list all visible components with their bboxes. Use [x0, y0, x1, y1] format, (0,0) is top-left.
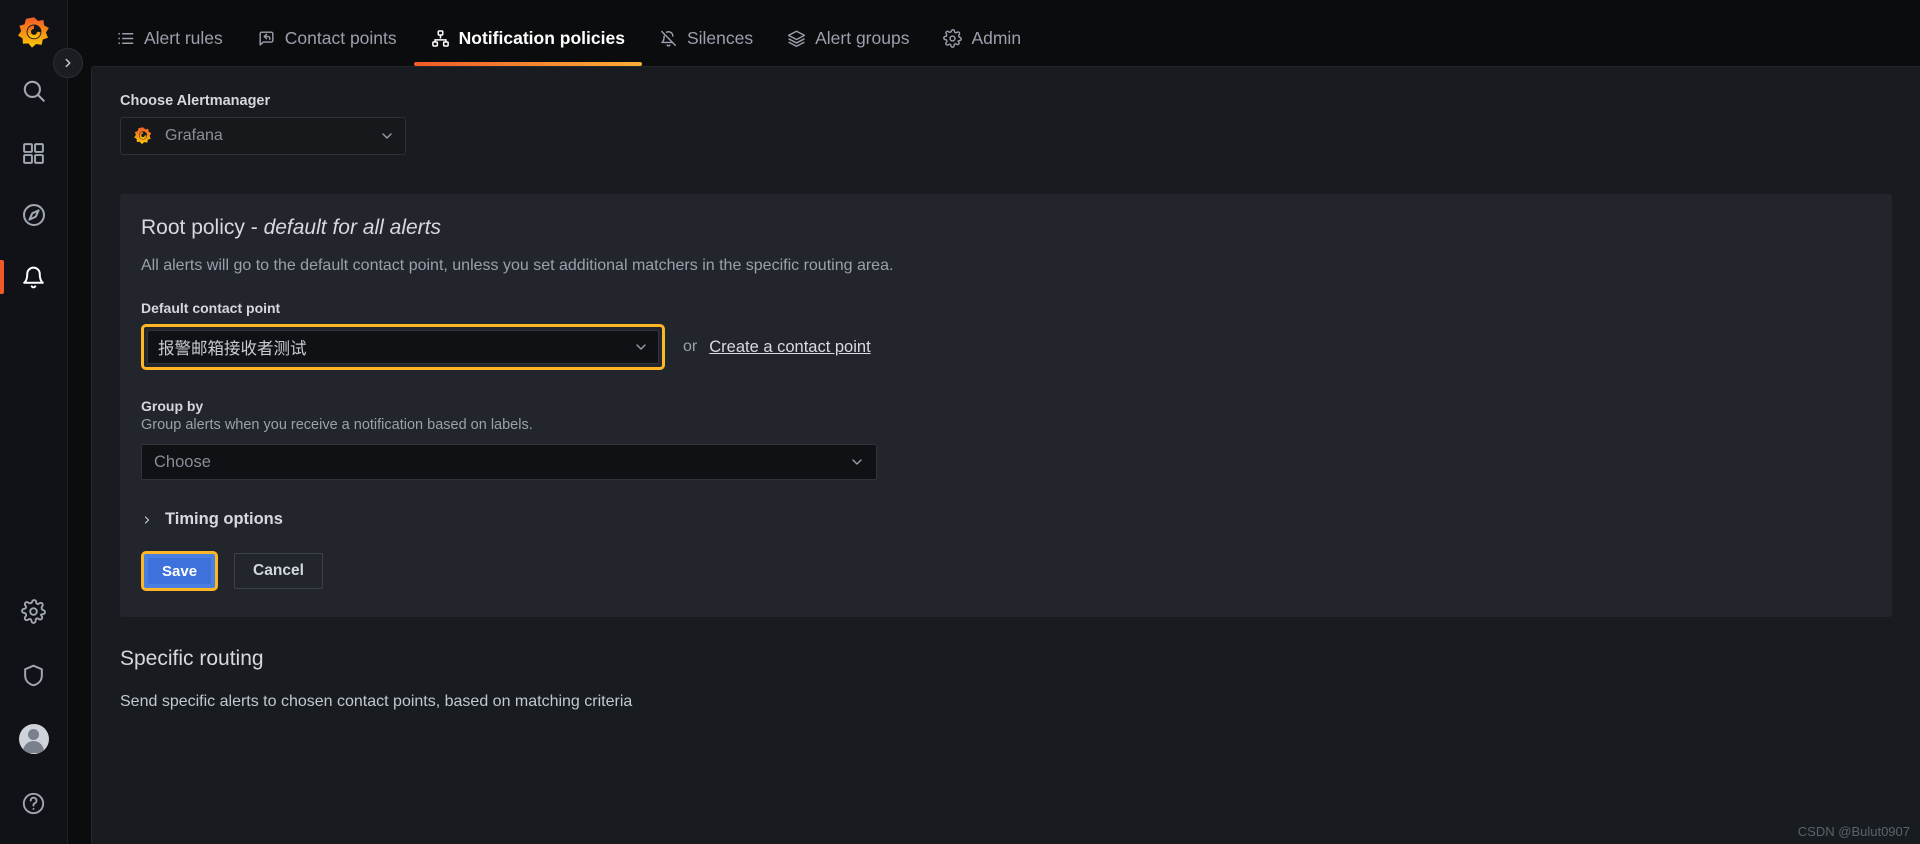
grafana-logo-icon: [133, 126, 153, 146]
group-by-placeholder: Choose: [154, 452, 211, 471]
tab-admin[interactable]: Admin: [926, 10, 1038, 66]
save-button-focus-ring: Save: [141, 551, 219, 591]
default-contact-point-select[interactable]: 报警邮箱接收者测试: [147, 330, 659, 364]
nav-primary-group: [0, 72, 67, 296]
specific-routing-description: Send specific alerts to chosen contact p…: [120, 693, 633, 710]
root-policy-title-separator: -: [244, 216, 264, 239]
tab-contact-points[interactable]: Contact points: [240, 10, 414, 66]
root-policy-title-italic: default for all alerts: [263, 216, 441, 239]
grafana-logo[interactable]: [11, 10, 57, 56]
expand-menu-button[interactable]: [53, 48, 83, 78]
cancel-button[interactable]: Cancel: [234, 553, 323, 589]
default-contact-point-value: 报警邮箱接收者测试: [158, 340, 307, 358]
nav-secondary-group: [0, 592, 67, 822]
tab-label: Alert groups: [815, 27, 910, 48]
default-contact-point-highlight: 报警邮箱接收者测试: [141, 324, 665, 370]
tab-label: Contact points: [284, 27, 397, 48]
root-policy-title: Root policy - default for all alerts: [141, 216, 1892, 240]
alertmanager-selected-value: Grafana: [165, 127, 223, 144]
watermark: CSDN @Bulut0907: [1797, 824, 1910, 839]
explore-compass-icon[interactable]: [0, 196, 68, 234]
search-icon[interactable]: [0, 72, 68, 110]
group-by-label: Group by: [141, 398, 204, 414]
gear-icon[interactable]: [0, 592, 68, 630]
timing-options-label: Timing options: [165, 510, 283, 528]
avatar[interactable]: [0, 720, 68, 758]
tab-silences[interactable]: Silences: [642, 10, 770, 66]
root-policy-actions: Save Cancel: [141, 551, 1892, 591]
app-root: Alert rules Contact points Notification …: [0, 0, 1920, 844]
group-by-description: Group alerts when you receive a notifica…: [141, 417, 533, 433]
save-button[interactable]: Save: [148, 558, 212, 584]
shield-icon[interactable]: [0, 656, 68, 694]
alerting-tabbar: Alert rules Contact points Notification …: [68, 0, 1920, 66]
notification-policies-content: Choose Alertmanager Grafana Root policy …: [91, 66, 1920, 844]
default-contact-point-row: 报警邮箱接收者测试 or Create a contact point: [141, 324, 1892, 370]
tab-label: Silences: [686, 27, 754, 48]
bell-slash-icon: [659, 29, 678, 48]
comment-share-icon: [257, 29, 276, 48]
alertmanager-select[interactable]: Grafana: [120, 117, 406, 155]
chevron-down-icon[interactable]: [633, 339, 649, 355]
list-icon: [116, 29, 135, 48]
root-policy-title-main: Root policy: [141, 216, 245, 239]
tab-notification-policies[interactable]: Notification policies: [413, 10, 643, 66]
tab-label: Notification policies: [458, 27, 625, 48]
tab-label: Admin: [971, 27, 1022, 48]
dashboards-icon[interactable]: [0, 134, 68, 172]
chevron-down-icon[interactable]: [849, 454, 865, 470]
sitemap-icon: [431, 29, 450, 48]
specific-routing-title: Specific routing: [120, 647, 264, 670]
main-column: Alert rules Contact points Notification …: [68, 0, 1920, 844]
gear-icon: [943, 28, 963, 48]
tab-label: Alert rules: [144, 27, 223, 48]
root-policy-card: Root policy - default for all alerts All…: [120, 194, 1892, 617]
layers-icon: [787, 29, 806, 48]
create-contact-point-link[interactable]: Create a contact point: [709, 338, 870, 357]
tab-alert-rules[interactable]: Alert rules: [99, 10, 240, 66]
root-policy-description: All alerts will go to the default contac…: [141, 257, 894, 274]
chevron-down-icon[interactable]: [379, 128, 395, 144]
chevron-right-icon: [141, 513, 153, 527]
or-text: or: [683, 338, 698, 355]
tab-alert-groups[interactable]: Alert groups: [770, 10, 926, 66]
choose-alertmanager-label: Choose Alertmanager: [120, 93, 271, 109]
sidebar-item-alerting[interactable]: [0, 258, 68, 296]
group-by-select[interactable]: Choose: [141, 444, 877, 480]
timing-options-toggle[interactable]: Timing options: [141, 510, 1892, 529]
left-nav-rail: [0, 0, 83, 844]
default-contact-point-label: Default contact point: [141, 300, 281, 316]
help-question-icon[interactable]: [0, 784, 68, 822]
